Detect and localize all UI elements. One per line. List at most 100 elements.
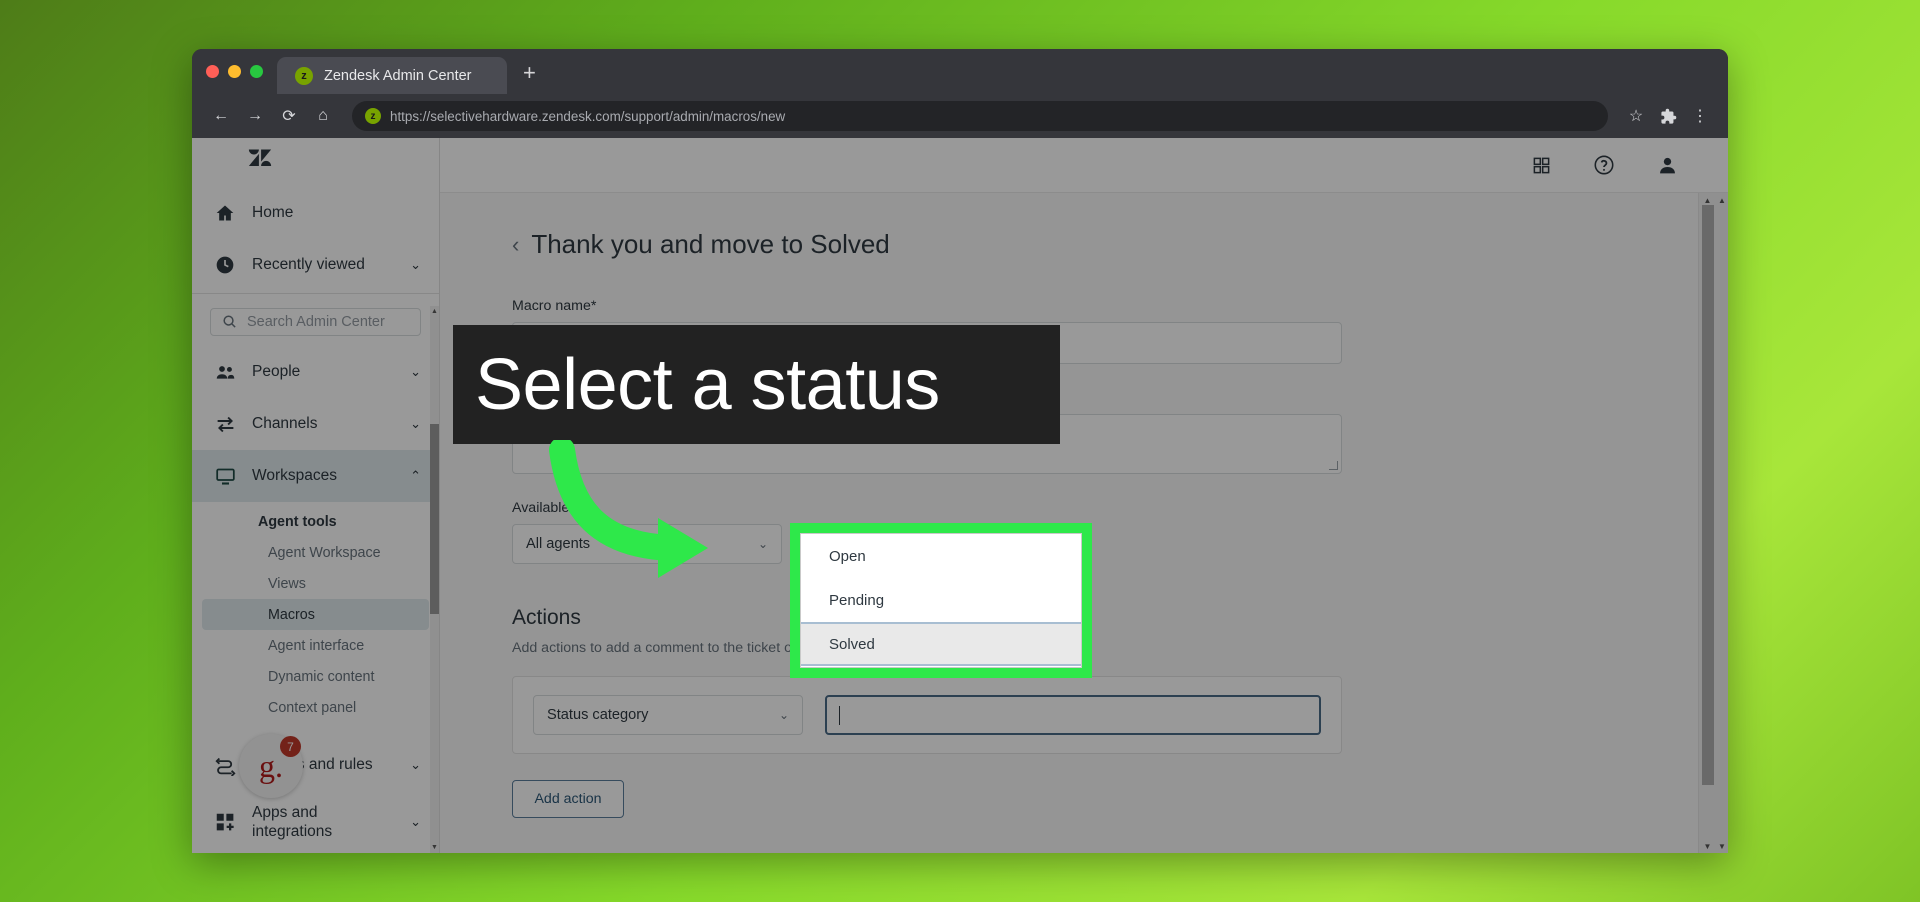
- scroll-down-icon[interactable]: ▼: [1716, 839, 1728, 853]
- scroll-down-icon[interactable]: ▼: [430, 842, 439, 853]
- sidebar-subitem-label: Views: [268, 575, 306, 592]
- bookmark-star-icon[interactable]: ☆: [1622, 102, 1650, 130]
- browser-toolbar: ← → ⟳ ⌂ z https://selectivehardware.zend…: [192, 94, 1728, 138]
- sidebar-subitem-context-panel[interactable]: Context panel: [202, 692, 429, 723]
- sidebar-subitem-dynamic-content[interactable]: Dynamic content: [202, 661, 429, 692]
- page-title-text: Thank you and move to Solved: [531, 229, 890, 259]
- dropdown-option-open[interactable]: Open: [801, 534, 1081, 578]
- avatar[interactable]: [1657, 155, 1678, 176]
- sidebar-item-home[interactable]: Home: [192, 187, 439, 239]
- dropdown-option-label: Pending: [829, 591, 885, 609]
- dropdown-option-label: Solved: [829, 635, 875, 653]
- action-field-value: Status category: [547, 707, 649, 723]
- chevron-down-icon: ⌄: [410, 364, 421, 379]
- scroll-up-icon[interactable]: ▲: [430, 306, 439, 317]
- zendesk-logo-icon: [248, 149, 272, 167]
- back-chevron-icon[interactable]: ‹: [512, 232, 519, 258]
- sidebar-subitem-agent-tools: Agent tools: [202, 506, 429, 537]
- scroll-down-icon[interactable]: ▼: [1699, 839, 1716, 853]
- sidebar-item-channels[interactable]: Channels ⌄: [192, 398, 439, 450]
- forward-icon[interactable]: →: [240, 101, 270, 131]
- home-icon: [214, 202, 236, 224]
- grid-icon[interactable]: [1532, 156, 1551, 175]
- extensions-puzzle-icon[interactable]: [1654, 102, 1682, 130]
- new-tab-button[interactable]: +: [507, 62, 552, 94]
- scroll-up-icon[interactable]: ▲: [1716, 193, 1728, 207]
- sidebar-item-label: Channels: [252, 415, 318, 432]
- chevron-down-icon: ⌄: [778, 708, 789, 722]
- sidebar-subitem-label: Agent interface: [268, 637, 365, 654]
- search-placeholder: Search Admin Center: [247, 313, 385, 330]
- sidebar-nav-main: People ⌄ Channels ⌄ Workspaces ⌃ Agent t…: [192, 346, 439, 853]
- sidebar-subitem-label: Context panel: [268, 699, 357, 716]
- sidebar-item-label: Workspaces: [252, 467, 337, 484]
- status-dropdown-menu: Open Pending Solved: [800, 533, 1082, 668]
- available-for-value: All agents: [526, 536, 591, 552]
- sidebar-subitem-label: Agent tools: [258, 513, 337, 530]
- sidebar-subitem-agent-interface[interactable]: Agent interface: [202, 630, 429, 661]
- chevron-down-icon: ⌄: [410, 814, 421, 829]
- action-row: Status category ⌄: [512, 676, 1342, 754]
- browser-menu-icon[interactable]: ⋮: [1686, 102, 1714, 130]
- maximize-window-button[interactable]: [250, 65, 263, 78]
- sidebar-item-objects-and-rules[interactable]: Objects and rules ⌄: [192, 739, 439, 791]
- sidebar-item-label: Home: [252, 203, 294, 221]
- dropdown-option-pending[interactable]: Pending: [801, 578, 1081, 622]
- available-for-select[interactable]: All agents ⌄: [512, 524, 782, 564]
- reload-icon[interactable]: ⟳: [274, 101, 304, 131]
- sidebar-subitem-label: Dynamic content: [268, 668, 375, 685]
- support-widget-button[interactable]: g. 7: [239, 734, 303, 798]
- resize-handle-icon[interactable]: [1329, 461, 1338, 470]
- macro-name-label: Macro name*: [512, 298, 597, 314]
- browser-window: z Zendesk Admin Center + ← → ⟳ ⌂ z https…: [192, 49, 1728, 853]
- macro-form: ‹ Thank you and move to Solved Macro nam…: [440, 193, 1728, 818]
- page-scrollbar-thumb[interactable]: [1702, 205, 1714, 785]
- help-icon[interactable]: [1593, 154, 1615, 176]
- url-text: https://selectivehardware.zendesk.com/su…: [390, 108, 786, 124]
- sidebar-subitem-macros[interactable]: Macros: [202, 599, 429, 630]
- minimize-window-button[interactable]: [228, 65, 241, 78]
- zendesk-favicon-icon: z: [295, 66, 313, 85]
- sidebar-scrollbar[interactable]: ▲ ▼: [430, 306, 439, 853]
- rules-icon: [214, 754, 236, 776]
- back-icon[interactable]: ←: [206, 101, 236, 131]
- text-cursor: [839, 705, 840, 725]
- search-input[interactable]: Search Admin Center: [210, 307, 421, 336]
- action-value-input[interactable]: [825, 695, 1321, 735]
- sidebar-item-people[interactable]: People ⌄: [192, 346, 439, 398]
- sidebar-item-workspaces[interactable]: Workspaces ⌃: [192, 450, 439, 502]
- sidebar-nav-top: Home Recently viewed ⌄: [192, 181, 439, 291]
- browser-tab-title: Zendesk Admin Center: [324, 67, 472, 84]
- sidebar-subitem-label: Macros: [268, 606, 315, 623]
- clock-icon: [214, 254, 236, 276]
- chevron-down-icon: ⌄: [410, 256, 421, 272]
- add-action-button[interactable]: Add action: [512, 780, 624, 818]
- instruction-banner: Select a status: [453, 325, 1060, 444]
- sidebar-item-label: People: [252, 363, 301, 380]
- sidebar-subnav: Agent tools Agent Workspace Views Macros…: [192, 502, 439, 723]
- home-icon[interactable]: ⌂: [308, 101, 338, 131]
- window-scrollbar[interactable]: ▲ ▼: [1716, 193, 1728, 853]
- chevron-up-icon: ⌃: [410, 468, 421, 483]
- browser-tab-strip: z Zendesk Admin Center +: [192, 49, 1728, 94]
- action-field-select[interactable]: Status category ⌄: [533, 695, 803, 735]
- widget-letter: g.: [259, 747, 283, 784]
- browser-tab[interactable]: z Zendesk Admin Center: [277, 57, 507, 94]
- address-bar[interactable]: z https://selectivehardware.zendesk.com/…: [352, 101, 1608, 131]
- chevron-down-icon: ⌄: [757, 537, 768, 551]
- close-window-button[interactable]: [206, 65, 219, 78]
- actions-section-title: Actions: [512, 606, 581, 629]
- people-icon: [214, 361, 236, 383]
- dropdown-option-solved[interactable]: Solved: [801, 622, 1081, 666]
- sidebar-item-apps-and-integrations[interactable]: Apps and integrations ⌄: [192, 791, 439, 853]
- sidebar-item-recently-viewed[interactable]: Recently viewed ⌄: [192, 239, 439, 291]
- widget-badge: 7: [280, 736, 301, 757]
- chevron-down-icon: ⌄: [410, 757, 421, 772]
- sidebar-scrollbar-thumb[interactable]: [430, 424, 439, 614]
- sidebar-item-label: Apps and integrations: [252, 803, 333, 840]
- sidebar-subitem-agent-workspace[interactable]: Agent Workspace: [202, 537, 429, 568]
- monitor-icon: [214, 465, 236, 487]
- sidebar-subitem-views[interactable]: Views: [202, 568, 429, 599]
- page-scrollbar[interactable]: ▲ ▼: [1698, 193, 1716, 853]
- dropdown-option-label: Open: [829, 547, 866, 565]
